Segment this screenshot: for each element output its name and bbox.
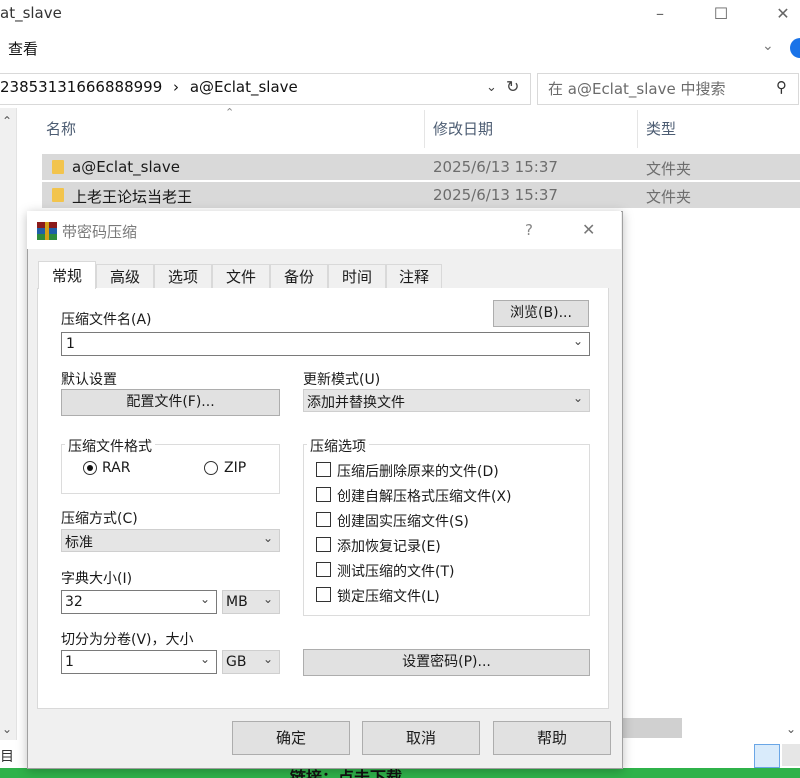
chevron-down-icon[interactable]: ⌄ bbox=[200, 592, 210, 606]
method-select[interactable]: 标准 ⌄ bbox=[61, 529, 280, 552]
chevron-down-icon[interactable]: ⌄ bbox=[573, 391, 583, 405]
bottom-banner: 链接：点击下载 bbox=[0, 768, 800, 778]
details-view-icon[interactable] bbox=[754, 744, 780, 768]
split-size-value: 1 bbox=[65, 654, 74, 670]
archive-name-label: 压缩文件名(A) bbox=[61, 312, 152, 328]
scroll-up-icon[interactable]: ⌃ bbox=[2, 114, 12, 128]
split-size-combo[interactable]: 1 ⌄ bbox=[61, 650, 217, 674]
column-header-name[interactable]: 名称 bbox=[46, 118, 76, 139]
dict-size-combo[interactable]: 32 ⌄ bbox=[61, 590, 217, 614]
address-path[interactable]: 23853131666888999 › a@Eclat_slave bbox=[0, 78, 298, 96]
tab-files[interactable]: 文件 bbox=[212, 264, 270, 288]
sfx-checkbox[interactable] bbox=[316, 487, 331, 502]
folder-icon bbox=[52, 160, 64, 174]
file-type: 文件夹 bbox=[646, 160, 692, 178]
help-button[interactable]: 帮助 bbox=[493, 721, 611, 755]
folder-icon bbox=[52, 188, 64, 202]
chevron-down-icon[interactable]: ⌄ bbox=[762, 38, 774, 54]
option-label[interactable]: 添加恢复记录(E) bbox=[337, 536, 441, 556]
split-unit-value: GB bbox=[226, 654, 247, 670]
profiles-button[interactable]: 配置文件(F)... bbox=[61, 389, 280, 416]
option-label[interactable]: 压缩后删除原来的文件(D) bbox=[337, 461, 499, 481]
option-label[interactable]: 测试压缩的文件(T) bbox=[337, 561, 454, 581]
chevron-down-icon[interactable]: ⌄ bbox=[263, 531, 273, 545]
dialog-title: 带密码压缩 bbox=[62, 223, 138, 241]
search-placeholder: 在 a@Eclat_slave 中搜索 bbox=[548, 80, 726, 98]
set-password-button[interactable]: 设置密码(P)... bbox=[303, 649, 590, 676]
zip-radio[interactable] bbox=[204, 461, 218, 475]
file-date: 2025/6/13 15:37 bbox=[433, 186, 558, 204]
tab-comment[interactable]: 注释 bbox=[386, 264, 442, 288]
zip-label[interactable]: ZIP bbox=[224, 460, 246, 476]
file-type: 文件夹 bbox=[646, 188, 692, 206]
test-files-checkbox[interactable] bbox=[316, 562, 331, 577]
column-header-date[interactable]: 修改日期 bbox=[433, 118, 493, 139]
lock-archive-checkbox[interactable] bbox=[316, 587, 331, 602]
sort-ascending-icon: ⌃ bbox=[225, 106, 235, 119]
tab-general[interactable]: 常规 bbox=[38, 261, 96, 289]
maximize-button[interactable]: ☐ bbox=[706, 2, 736, 26]
method-value: 标准 bbox=[65, 535, 93, 551]
column-header-type[interactable]: 类型 bbox=[646, 118, 676, 139]
large-icons-view-icon[interactable] bbox=[782, 744, 800, 766]
options-group-title: 压缩选项 bbox=[307, 436, 369, 456]
rar-label[interactable]: RAR bbox=[102, 460, 130, 476]
column-divider[interactable] bbox=[637, 110, 638, 148]
dialog-close-button[interactable]: ✕ bbox=[582, 220, 595, 239]
horizontal-scrollbar-thumb[interactable] bbox=[620, 718, 682, 738]
dict-size-value: 32 bbox=[65, 594, 83, 610]
tab-time[interactable]: 时间 bbox=[328, 264, 386, 288]
chevron-down-icon[interactable]: ⌄ bbox=[573, 334, 583, 348]
scroll-right-icon[interactable]: ⌄ bbox=[786, 722, 796, 736]
solid-checkbox[interactable] bbox=[316, 512, 331, 527]
minimize-button[interactable]: – bbox=[645, 2, 675, 26]
explorer-titlebar bbox=[0, 0, 800, 28]
format-group-title: 压缩文件格式 bbox=[65, 436, 155, 456]
default-settings-label: 默认设置 bbox=[61, 372, 117, 388]
update-mode-label: 更新模式(U) bbox=[303, 372, 381, 388]
delete-after-checkbox[interactable] bbox=[316, 462, 331, 477]
option-label[interactable]: 创建自解压格式压缩文件(X) bbox=[337, 486, 512, 506]
help-mark-button[interactable]: ? bbox=[525, 221, 533, 239]
archive-name-value: 1 bbox=[66, 336, 75, 352]
winrar-icon bbox=[37, 222, 57, 240]
file-name: 上老王论坛当老王 bbox=[72, 188, 193, 206]
split-label: 切分为分卷(V)，大小 bbox=[61, 632, 194, 648]
dict-unit-select[interactable]: MB ⌄ bbox=[222, 590, 280, 614]
update-mode-select[interactable]: 添加并替换文件 ⌄ bbox=[303, 389, 590, 412]
option-label[interactable]: 创建固实压缩文件(S) bbox=[337, 511, 469, 531]
tab-backup[interactable]: 备份 bbox=[270, 264, 328, 288]
cancel-button[interactable]: 取消 bbox=[362, 721, 480, 755]
rar-radio[interactable] bbox=[83, 461, 97, 475]
scroll-down-icon[interactable]: ⌄ bbox=[2, 722, 12, 736]
ribbon-tab-view[interactable]: 查看 bbox=[8, 38, 38, 59]
refresh-icon[interactable]: ↻ bbox=[506, 77, 519, 96]
address-dropdown-icon[interactable]: ⌄ bbox=[486, 80, 497, 95]
chevron-down-icon[interactable]: ⌄ bbox=[263, 652, 273, 666]
recovery-record-checkbox[interactable] bbox=[316, 537, 331, 552]
chevron-down-icon[interactable]: ⌄ bbox=[200, 652, 210, 666]
method-label: 压缩方式(C) bbox=[61, 511, 138, 527]
nav-pane-scrollbar[interactable] bbox=[0, 108, 17, 740]
archive-name-combo[interactable]: 1 ⌄ bbox=[61, 332, 590, 356]
dict-unit-value: MB bbox=[226, 594, 248, 610]
browse-button[interactable]: 浏览(B)... bbox=[493, 300, 589, 327]
window-title: at_slave bbox=[0, 4, 62, 22]
ok-button[interactable]: 确定 bbox=[232, 721, 350, 755]
search-icon[interactable]: ⚲ bbox=[776, 78, 787, 96]
dict-label: 字典大小(I) bbox=[61, 571, 133, 587]
ribbon bbox=[0, 30, 800, 64]
status-text: 目 bbox=[0, 749, 14, 765]
chevron-down-icon[interactable]: ⌄ bbox=[263, 592, 273, 606]
file-name: a@Eclat_slave bbox=[72, 158, 180, 176]
option-label[interactable]: 锁定压缩文件(L) bbox=[337, 586, 440, 606]
update-mode-value: 添加并替换文件 bbox=[307, 395, 405, 411]
file-date: 2025/6/13 15:37 bbox=[433, 158, 558, 176]
column-divider[interactable] bbox=[424, 110, 425, 148]
split-unit-select[interactable]: GB ⌄ bbox=[222, 650, 280, 674]
tab-advanced[interactable]: 高级 bbox=[96, 264, 154, 288]
tab-options[interactable]: 选项 bbox=[154, 264, 212, 288]
close-window-button[interactable]: ✕ bbox=[768, 2, 798, 26]
